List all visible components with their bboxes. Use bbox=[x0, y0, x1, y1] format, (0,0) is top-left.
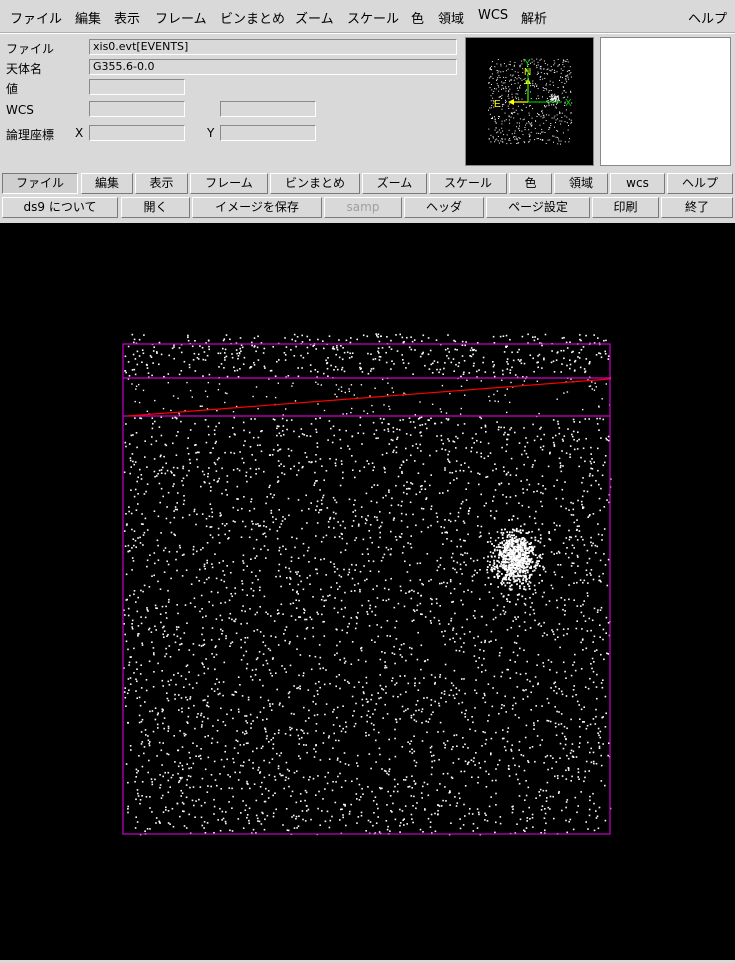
logical-label: 論理座標 bbox=[6, 126, 54, 143]
menu-zoom[interactable]: ズーム bbox=[295, 8, 334, 27]
button-scale[interactable]: スケール bbox=[429, 173, 507, 194]
region-box[interactable] bbox=[123, 344, 610, 834]
object-field: G355.6-0.0 bbox=[89, 59, 457, 75]
button-edit[interactable]: 編集 bbox=[81, 173, 133, 194]
menu-edit[interactable]: 編集 bbox=[75, 8, 101, 27]
object-label: 天体名 bbox=[6, 60, 42, 77]
button-zoom[interactable]: ズーム bbox=[362, 173, 427, 194]
button-exit[interactable]: 終了 bbox=[661, 197, 733, 218]
value-field bbox=[89, 79, 185, 95]
file-field: xis0.evt[EVENTS] bbox=[89, 39, 457, 55]
button-save-image[interactable]: イメージを保存 bbox=[192, 197, 322, 218]
button-bar-main: ファイル 編集 表示 フレーム ビンまとめ ズーム スケール 色 領域 wcs … bbox=[0, 172, 735, 196]
menu-wcs[interactable]: WCS bbox=[478, 8, 508, 23]
panner[interactable]: N E X Y bbox=[465, 37, 594, 166]
button-open[interactable]: 開く bbox=[121, 197, 190, 218]
menu-color[interactable]: 色 bbox=[411, 8, 424, 27]
wcs-field-1 bbox=[89, 101, 185, 117]
menu-analysis[interactable]: 解析 bbox=[521, 8, 547, 27]
button-bin[interactable]: ビンまとめ bbox=[270, 173, 360, 194]
axis-y-label: Y bbox=[524, 58, 531, 69]
button-bar-sub: ds9 について 開く イメージを保存 samp ヘッダ ページ設定 印刷 終了 bbox=[0, 196, 735, 220]
menu-scale[interactable]: スケール bbox=[347, 8, 399, 27]
panner-image: N E X Y bbox=[466, 38, 593, 165]
button-region[interactable]: 領域 bbox=[554, 173, 608, 194]
value-label: 値 bbox=[6, 80, 18, 97]
file-label: ファイル bbox=[6, 40, 54, 57]
x-coord-field bbox=[89, 125, 185, 141]
compass-e-label: E bbox=[494, 99, 501, 110]
image-canvas[interactable] bbox=[0, 223, 735, 960]
menu-help[interactable]: ヘルプ bbox=[688, 8, 727, 27]
east-arrowhead-icon bbox=[508, 99, 514, 105]
menu-frame[interactable]: フレーム bbox=[155, 8, 207, 27]
button-about[interactable]: ds9 について bbox=[2, 197, 118, 218]
y-coord-label: Y bbox=[207, 126, 214, 140]
region-diagonal-line[interactable] bbox=[128, 379, 610, 416]
event-points bbox=[123, 333, 611, 835]
wcs-label: WCS bbox=[6, 103, 34, 117]
menu-bar: ファイル 編集 表示 フレーム ビンまとめ ズーム スケール 色 領域 WCS … bbox=[0, 0, 735, 33]
menu-bin[interactable]: ビンまとめ bbox=[220, 8, 285, 27]
button-file[interactable]: ファイル bbox=[2, 173, 78, 194]
y-coord-field bbox=[220, 125, 316, 141]
x-coord-label: X bbox=[75, 126, 83, 140]
axis-x-label: X bbox=[565, 98, 572, 109]
button-page-setup[interactable]: ページ設定 bbox=[486, 197, 590, 218]
button-wcs[interactable]: wcs bbox=[610, 173, 665, 194]
button-header[interactable]: ヘッダ bbox=[404, 197, 484, 218]
magnifier bbox=[600, 37, 731, 166]
button-color[interactable]: 色 bbox=[509, 173, 552, 194]
menu-file[interactable]: ファイル bbox=[10, 8, 62, 27]
button-samp: samp bbox=[324, 197, 402, 218]
button-frame[interactable]: フレーム bbox=[190, 173, 268, 194]
menu-region[interactable]: 領域 bbox=[438, 8, 464, 27]
button-help[interactable]: ヘルプ bbox=[667, 173, 733, 194]
button-print[interactable]: 印刷 bbox=[592, 197, 659, 218]
image-display bbox=[0, 223, 735, 960]
menu-view[interactable]: 表示 bbox=[114, 8, 140, 27]
wcs-field-2 bbox=[220, 101, 316, 117]
button-view[interactable]: 表示 bbox=[135, 173, 188, 194]
